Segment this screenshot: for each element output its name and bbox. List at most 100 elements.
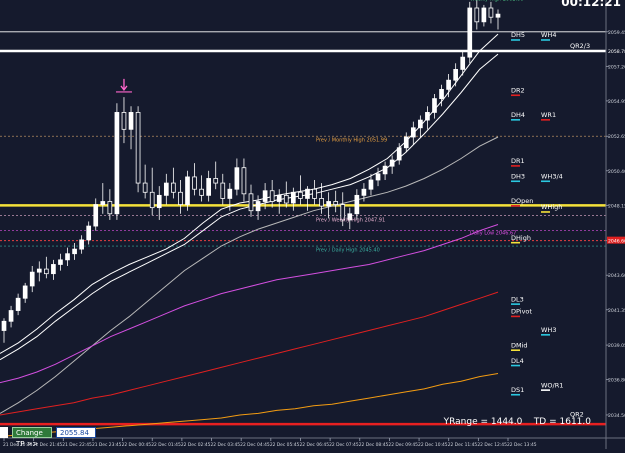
price-tag: 2046.66: [608, 239, 625, 245]
candle-body: [44, 269, 48, 274]
candle-body: [214, 178, 218, 183]
yrange-readout: YRange = 1444.0: [444, 417, 523, 427]
candle-body: [334, 202, 338, 205]
candle-body: [242, 168, 246, 194]
time-tick-label: 22 Dec 08:45: [359, 442, 389, 448]
candle-body: [94, 205, 98, 227]
candle: [186, 171, 190, 211]
candle-body: [157, 195, 161, 207]
candle-body: [108, 202, 112, 214]
pivot-label: DL3: [511, 295, 524, 303]
price-chart[interactable]: Weekly High 2061.06Prev / Monthly High 2…: [0, 0, 625, 449]
pivot-label: DMid: [511, 341, 528, 349]
candle-body: [468, 8, 472, 57]
time-tick-label: 22 Dec 05:45: [270, 442, 300, 448]
pivot-marker: [511, 316, 520, 318]
pivot-label: WH3/4: [541, 172, 563, 180]
pivot-marker: [511, 119, 520, 121]
chart-window: Weekly High 2061.06Prev / Monthly High 2…: [0, 0, 625, 449]
candle-body: [59, 260, 63, 265]
candle-body: [228, 189, 232, 198]
tp-value-input[interactable]: 2055.84: [56, 427, 96, 438]
time-tick-label: 21 Dec 23:45: [92, 442, 122, 448]
pivot-label: DH3: [511, 172, 525, 180]
time-tick-label: 22 Dec 06:45: [299, 442, 329, 448]
candle-body: [101, 202, 105, 205]
candle-body: [418, 120, 422, 128]
candle-body: [171, 183, 175, 192]
pivot-label: DH5: [511, 31, 525, 39]
pivot-marker: [511, 94, 520, 96]
candle-body: [440, 89, 444, 98]
time-tick-label: 22 Dec 10:45: [418, 442, 448, 448]
pivot-label: DPivot: [511, 308, 532, 316]
candle-body: [270, 191, 274, 202]
change-tp-button[interactable]: Change TP >>: [12, 427, 52, 438]
candle-body: [207, 178, 211, 195]
candle-body: [129, 112, 133, 129]
candle-body: [51, 264, 55, 273]
pivot-label: DHigh: [511, 234, 531, 242]
candle-body: [496, 14, 500, 17]
pivot-marker: [541, 180, 550, 182]
pivot-marker: [511, 39, 520, 41]
candle: [115, 103, 119, 220]
candle-body: [284, 195, 288, 203]
pivot-label: DL4: [511, 357, 524, 365]
candle-body: [249, 194, 253, 211]
clock: 00:12:21: [561, 0, 621, 9]
time-tick-label: 22 Dec 11:45: [448, 442, 478, 448]
pivot-marker: [541, 334, 550, 336]
candle-body: [454, 69, 458, 80]
candle-body: [263, 191, 267, 202]
candle-body: [397, 148, 401, 160]
pivot-marker: [541, 39, 550, 41]
candle-body: [16, 298, 20, 310]
candle-body: [327, 202, 331, 207]
candle-body: [291, 192, 295, 203]
candle-body: [482, 8, 486, 22]
price-tick-label: 2036.80: [608, 378, 625, 384]
price-tag: 2058.78: [608, 49, 625, 55]
candle-body: [150, 192, 154, 207]
pivot-marker: [511, 180, 520, 182]
candle-body: [376, 174, 380, 180]
candle-body: [122, 112, 126, 129]
candle-body: [411, 128, 415, 137]
candle: [468, 2, 472, 63]
pivot-label: DS1: [511, 386, 524, 394]
time-tick-label: 22 Dec 02:45: [181, 442, 211, 448]
candle-body: [136, 112, 140, 183]
candle-body: [143, 183, 147, 192]
time-tick-label: 22 Dec 01:45: [151, 442, 181, 448]
pivot-marker: [511, 365, 520, 367]
pivot-marker: [541, 389, 550, 391]
pivot-marker: [511, 165, 520, 167]
candle-body: [178, 192, 182, 204]
level-annotation: Weekly High 2061.06: [470, 0, 523, 2]
panel-toggle[interactable]: [0, 427, 8, 438]
price-tick-label: 2034.50: [608, 413, 625, 419]
price-tick-label: 2048.15: [608, 203, 625, 209]
candle-body: [87, 226, 91, 240]
candle-body: [80, 240, 84, 249]
candle-body: [461, 57, 465, 69]
candle-body: [164, 183, 168, 195]
candle-body: [37, 269, 41, 272]
price-tick-label: 2041.35: [608, 308, 625, 314]
price-tick-label: 2054.95: [608, 99, 625, 105]
candle-body: [447, 80, 451, 89]
price-tick-label: 2057.20: [608, 64, 625, 70]
pivot-label: QR2/3: [570, 42, 590, 50]
pivot-label: WH4: [541, 31, 556, 39]
range-readout: YRange = 1444.0 TD = 1611.0: [444, 417, 591, 427]
candle: [136, 106, 140, 192]
candle-body: [390, 160, 394, 166]
candle-body: [313, 189, 317, 198]
candle-body: [9, 311, 13, 322]
price-tick-label: 2059.45: [608, 30, 625, 36]
candle-body: [23, 286, 27, 298]
pivot-label: WH3: [541, 326, 556, 334]
candle-body: [320, 198, 324, 206]
candle-body: [221, 183, 225, 198]
